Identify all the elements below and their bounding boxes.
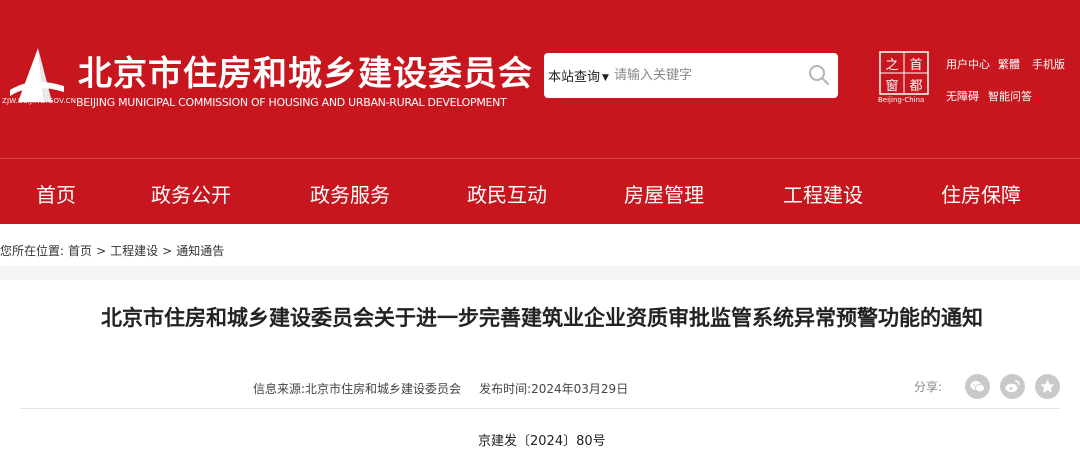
publish-date: 2024年03月29日 bbox=[531, 382, 629, 396]
source-value: 北京市住房和城乡建设委员会 bbox=[305, 382, 462, 396]
breadcrumb-separator: > bbox=[96, 244, 107, 258]
nav-item-home[interactable]: 首页 bbox=[36, 179, 76, 208]
weibo-icon bbox=[1005, 380, 1020, 393]
site-title[interactable]: 北京市住房和城乡建设委员会 bbox=[78, 46, 533, 95]
capital-char-1: 之 bbox=[885, 58, 898, 73]
search-scope-label: 本站查询 bbox=[548, 70, 601, 85]
source-label: 信息来源: bbox=[253, 382, 306, 396]
breadcrumb: 您所在位置: 首页 > 工程建设 > 通知通告 bbox=[0, 242, 228, 259]
search-input[interactable] bbox=[614, 63, 794, 87]
mobile-version-link[interactable]: 手机版 bbox=[1032, 56, 1065, 72]
tower-logo-icon[interactable] bbox=[8, 46, 66, 104]
nav-item-gov-services[interactable]: 政务服务 bbox=[310, 179, 390, 208]
share-label: 分享: bbox=[914, 380, 943, 394]
chevron-down-icon: ▼ bbox=[602, 73, 609, 83]
site-subtitle: BEIJING MUNICIPAL COMMISSION OF HOUSING … bbox=[76, 96, 507, 109]
site-domain: ZJW.BEIJING.GOV.CN bbox=[2, 97, 77, 105]
accessibility-link[interactable]: 无障碍 bbox=[946, 88, 979, 104]
wechat-icon bbox=[970, 381, 985, 393]
favorite-icon bbox=[1040, 379, 1055, 393]
nav-item-housing-security[interactable]: 住房保障 bbox=[941, 179, 1021, 208]
share-favorite-button[interactable] bbox=[1035, 374, 1060, 399]
capital-char-4: 窗 bbox=[885, 78, 898, 94]
capital-char-3: 都 bbox=[909, 79, 922, 94]
share-weibo-button[interactable] bbox=[1000, 374, 1025, 399]
document-number: 京建发〔2024〕80号 bbox=[478, 434, 606, 449]
nav-item-construction[interactable]: 工程建设 bbox=[783, 179, 863, 208]
article-title: 北京市住房和城乡建设委员会关于进一步完善建筑业企业资质审批监管系统异常预警功能的… bbox=[101, 306, 983, 330]
breadcrumb-prefix: 您所在位置: bbox=[0, 244, 65, 258]
breadcrumb-construction[interactable]: 工程建设 bbox=[110, 244, 158, 258]
breadcrumb-home[interactable]: 首页 bbox=[68, 244, 92, 258]
user-center-link[interactable]: 用户中心 bbox=[946, 56, 990, 72]
breadcrumb-notices[interactable]: 通知通告 bbox=[176, 244, 224, 258]
smart-qa-link[interactable]: 智能问答 bbox=[988, 88, 1032, 104]
traditional-chinese-link[interactable]: 繁體 bbox=[998, 56, 1020, 72]
nav-item-gov-affairs[interactable]: 政务公开 bbox=[151, 179, 231, 208]
date-label: 发布时间: bbox=[479, 382, 532, 396]
search-box: 本站查询 ▼ bbox=[544, 53, 838, 98]
breadcrumb-separator: > bbox=[162, 244, 173, 258]
divider bbox=[20, 408, 1060, 409]
capital-caption: Beijing-China bbox=[878, 96, 925, 104]
share-wechat-button[interactable] bbox=[965, 374, 990, 399]
search-icon[interactable] bbox=[808, 64, 830, 86]
nav-item-interaction[interactable]: 政民互动 bbox=[467, 179, 547, 208]
article-meta: 信息来源:北京市住房和城乡建设委员会 发布时间:2024年03月29日 bbox=[253, 380, 628, 397]
search-scope-select[interactable]: 本站查询 ▼ bbox=[548, 66, 609, 85]
capital-char-2: 首 bbox=[909, 58, 922, 73]
nav-item-housing-management[interactable]: 房屋管理 bbox=[624, 179, 704, 208]
